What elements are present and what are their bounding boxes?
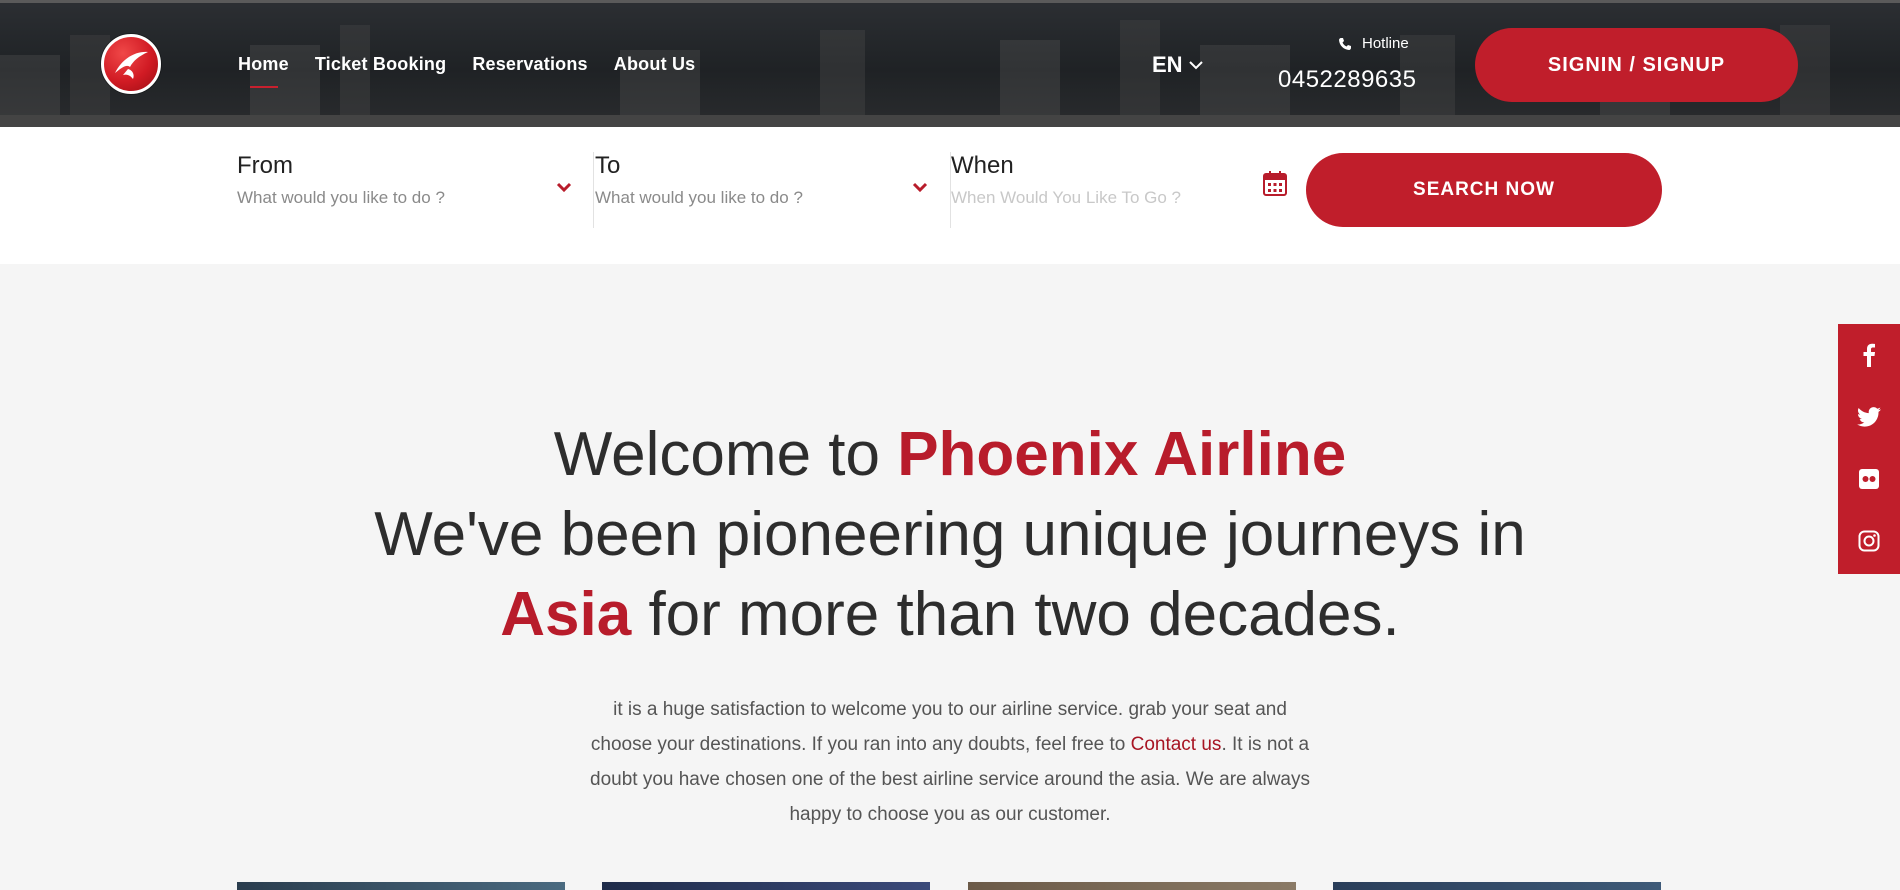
instagram-icon xyxy=(1858,530,1880,552)
to-dropdown-icon[interactable] xyxy=(912,182,928,194)
airline-bird-icon xyxy=(115,51,148,79)
social-twitter[interactable] xyxy=(1838,386,1900,448)
hotline-label: Hotline xyxy=(1362,35,1409,52)
nav-item-about-us[interactable]: About Us xyxy=(614,54,696,75)
from-field: From xyxy=(237,152,537,208)
hotline-label-group: Hotline xyxy=(1338,35,1409,52)
twitter-icon xyxy=(1857,407,1881,427)
social-sidebar xyxy=(1838,324,1900,574)
destination-card[interactable] xyxy=(1333,882,1661,890)
welcome-heading: Welcome to Phoenix Airline We've been pi… xyxy=(300,415,1600,655)
welcome-line-3-rest: for more than two decades. xyxy=(631,580,1400,649)
when-input[interactable] xyxy=(951,188,1251,208)
from-input[interactable] xyxy=(237,188,537,208)
destination-card[interactable] xyxy=(602,882,930,890)
from-dropdown-icon[interactable] xyxy=(556,182,572,194)
nav-item-reservations[interactable]: Reservations xyxy=(472,54,587,75)
contact-us-link[interactable]: Contact us xyxy=(1131,734,1222,755)
to-label: To xyxy=(595,152,621,179)
welcome-line-3: Asia for more than two decades. xyxy=(300,575,1600,655)
from-label: From xyxy=(237,152,293,179)
social-flickr[interactable] xyxy=(1838,448,1900,510)
social-facebook[interactable] xyxy=(1838,324,1900,386)
flickr-icon xyxy=(1859,469,1879,489)
phone-icon xyxy=(1339,37,1351,50)
brand-logo[interactable] xyxy=(101,34,161,94)
when-field: When xyxy=(951,152,1251,208)
hotline-number[interactable]: 0452289635 xyxy=(1278,66,1416,94)
intro-paragraph: it is a huge satisfaction to welcome you… xyxy=(580,692,1320,832)
search-now-button[interactable]: SEARCH NOW xyxy=(1306,153,1662,227)
language-selector[interactable]: EN xyxy=(1152,52,1203,78)
welcome-line-2: We've been pioneering unique journeys in xyxy=(374,500,1526,569)
to-input[interactable] xyxy=(595,188,895,208)
header-bottom-band xyxy=(0,115,1900,127)
main-nav: Home Ticket Booking Reservations About U… xyxy=(238,54,721,88)
language-label: EN xyxy=(1152,52,1183,77)
region-highlight: Asia xyxy=(500,580,632,649)
calendar-icon[interactable] xyxy=(1263,170,1287,196)
welcome-prefix: Welcome to xyxy=(553,420,898,489)
nav-item-ticket-booking[interactable]: Ticket Booking xyxy=(315,54,447,75)
signin-signup-button[interactable]: SIGNIN / SIGNUP xyxy=(1475,28,1798,102)
field-divider xyxy=(593,152,594,228)
nav-item-home[interactable]: Home xyxy=(238,54,289,88)
destination-card[interactable] xyxy=(237,882,565,890)
destination-card[interactable] xyxy=(968,882,1296,890)
to-field: To xyxy=(595,152,895,208)
chevron-down-icon xyxy=(1188,61,1203,70)
airline-name: Phoenix Airline xyxy=(897,420,1347,489)
facebook-icon xyxy=(1863,343,1875,367)
social-instagram[interactable] xyxy=(1838,510,1900,572)
when-label: When xyxy=(951,152,1014,179)
welcome-line-1: Welcome to Phoenix Airline xyxy=(300,415,1600,495)
